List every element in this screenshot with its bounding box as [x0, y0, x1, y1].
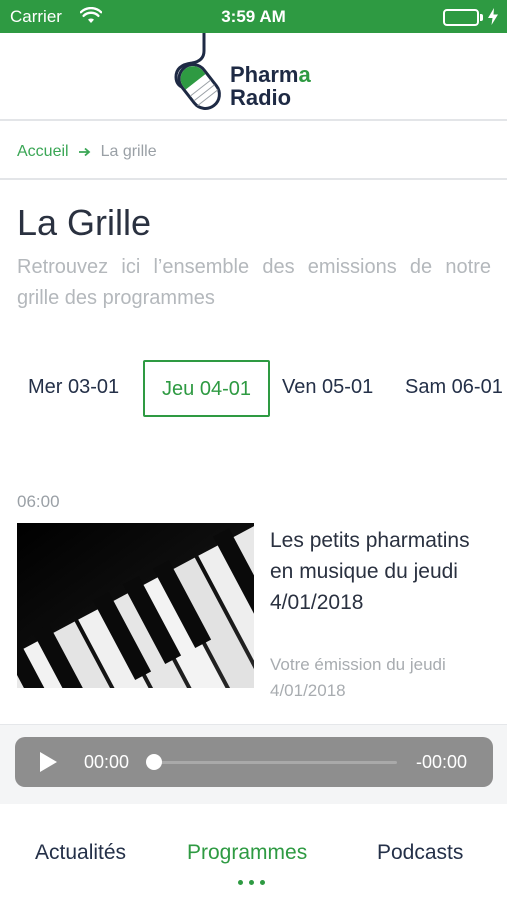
- page-description: Retrouvez ici l’ensemble des emissions d…: [17, 256, 491, 309]
- status-bar: Carrier 3:59 AM: [0, 0, 507, 33]
- program-subtitle: Votre émission du jeudi 4/01/2018: [270, 655, 446, 700]
- page-title: La Grille: [17, 202, 152, 243]
- program-thumbnail[interactable]: [17, 523, 254, 688]
- arrow-right-icon: [78, 147, 91, 157]
- day-tab-sam[interactable]: Sam 06-01: [405, 360, 503, 417]
- player-remaining-time: -00:00: [415, 752, 467, 772]
- battery-icon: [443, 9, 479, 26]
- piano-keys-image: [17, 523, 254, 688]
- section-divider: [0, 178, 507, 180]
- breadcrumb: Accueil La grille: [17, 143, 157, 161]
- breadcrumb-home-link[interactable]: Accueil: [17, 143, 69, 161]
- more-dots-icon[interactable]: [238, 880, 265, 885]
- charging-bolt-icon: [488, 8, 498, 30]
- breadcrumb-current: La grille: [100, 143, 157, 160]
- pharmaradio-logo[interactable]: Pharma Radio: [168, 33, 338, 117]
- bottom-tab-bar: Actualités Programmes Podcasts: [0, 804, 507, 900]
- player-scrubber-knob[interactable]: [146, 754, 162, 770]
- player-progress-track[interactable]: [155, 761, 397, 764]
- day-tab-ven[interactable]: Ven 05-01: [282, 360, 373, 417]
- status-time: 3:59 AM: [221, 7, 286, 26]
- tab-programmes[interactable]: Programmes: [187, 841, 307, 865]
- tab-podcasts[interactable]: Podcasts: [377, 841, 463, 865]
- logo-word-pharma: Pharma: [230, 62, 311, 87]
- battery-cap: [480, 14, 483, 21]
- day-tab-mer[interactable]: Mer 03-01: [28, 360, 119, 417]
- program-title[interactable]: Les petits pharmatins en musique du jeud…: [270, 525, 495, 618]
- app-header: Pharma Radio: [0, 33, 507, 121]
- audio-player: 00:00 -00:00: [15, 737, 493, 787]
- day-tab-jeu[interactable]: Jeu 04-01: [143, 360, 270, 417]
- play-icon[interactable]: [39, 752, 57, 777]
- player-current-time: 00:00: [84, 752, 130, 772]
- microphone-logo-icon: [174, 33, 221, 110]
- logo-word-radio: Radio: [230, 85, 292, 110]
- day-tabs: Mer 03-01 Jeu 04-01 Ven 05-01 Sam 06-01: [0, 360, 507, 418]
- program-time: 06:00: [17, 492, 60, 511]
- tab-actualites[interactable]: Actualités: [35, 841, 126, 865]
